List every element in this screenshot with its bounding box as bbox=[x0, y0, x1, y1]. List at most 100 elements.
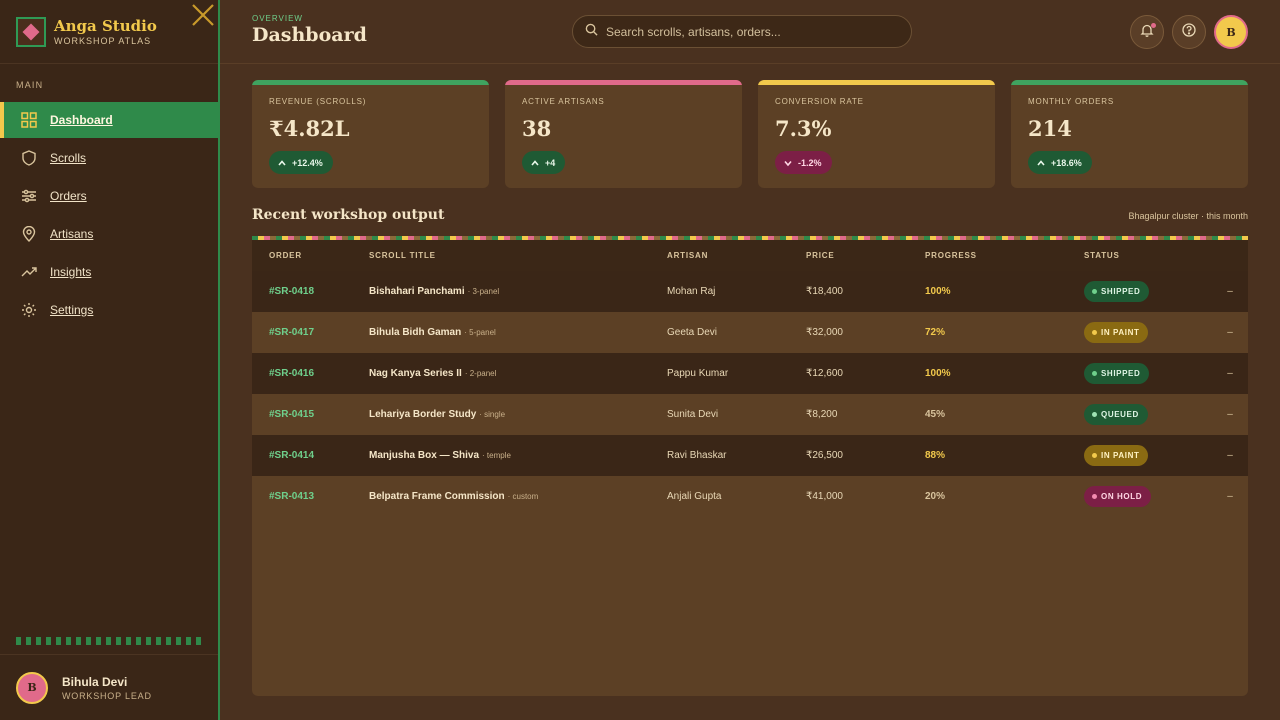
trending-up-icon bbox=[20, 263, 38, 281]
sidebar-item-artisans[interactable]: Artisans bbox=[0, 216, 218, 252]
order-id[interactable]: #SR-0414 bbox=[252, 450, 369, 461]
brand-name: Anga Studio bbox=[54, 16, 157, 35]
price: ₹41,000 bbox=[806, 491, 843, 502]
avatar: B bbox=[16, 671, 48, 704]
column-header[interactable]: ARTISAN bbox=[667, 251, 806, 260]
order-id[interactable]: #SR-0413 bbox=[252, 491, 369, 502]
progress: 100% bbox=[925, 368, 951, 379]
table-row[interactable]: #SR-0414 Manjusha Box — Shiva · temple Ra… bbox=[252, 435, 1248, 476]
scroll-subtitle: · 3-panel bbox=[467, 287, 500, 296]
scroll-title: Manjusha Box — Shiva bbox=[369, 450, 480, 461]
nav-section-label: MAIN bbox=[16, 80, 44, 90]
table-row[interactable]: #SR-0413 Belpatra Frame Commission · cust… bbox=[252, 476, 1248, 517]
scroll-subtitle: · 5-panel bbox=[464, 328, 496, 337]
table-row[interactable]: #SR-0417 Bihula Bidh Gaman · 5-panel Geet… bbox=[252, 312, 1248, 353]
status-badge: ON HOLD bbox=[1084, 486, 1152, 507]
sidebar-item-orders[interactable]: Orders bbox=[0, 178, 218, 214]
kpi-card-orders: MONTHLY ORDERS 214 +18.6% bbox=[1011, 80, 1248, 188]
kpi-label: MONTHLY ORDERS bbox=[1028, 97, 1115, 106]
scroll-subtitle: · temple bbox=[482, 451, 511, 460]
price: ₹8,200 bbox=[806, 409, 838, 420]
row-actions-button[interactable]: – bbox=[1212, 409, 1248, 420]
kpi-delta: +18.6% bbox=[1051, 157, 1082, 168]
brand-logo bbox=[16, 16, 46, 47]
row-actions-button[interactable]: – bbox=[1212, 368, 1248, 379]
column-header[interactable]: PROGRESS bbox=[925, 251, 1084, 260]
scroll-title: Belpatra Frame Commission bbox=[369, 491, 505, 502]
help-button[interactable] bbox=[1172, 15, 1206, 49]
order-id[interactable]: #SR-0418 bbox=[252, 286, 369, 297]
help-icon bbox=[1182, 22, 1196, 42]
sidebar-item-label: Insights bbox=[50, 265, 92, 279]
sidebar: Anga Studio WORKSHOP ATLAS MAIN Dashboar… bbox=[0, 0, 220, 720]
sidebar-item-label: Orders bbox=[50, 189, 87, 203]
sidebar-item-insights[interactable]: Insights bbox=[0, 254, 218, 290]
artisan-name: Ravi Bhaskar bbox=[667, 450, 727, 461]
column-header[interactable]: ORDER bbox=[252, 251, 369, 260]
row-actions-button[interactable]: – bbox=[1212, 327, 1248, 338]
brand-subtitle: WORKSHOP ATLAS bbox=[54, 35, 152, 46]
close-icon[interactable] bbox=[190, 2, 216, 28]
scroll-title: Bishahari Panchami bbox=[369, 286, 465, 297]
artisan-name: Sunita Devi bbox=[667, 409, 719, 420]
price: ₹26,500 bbox=[806, 450, 843, 461]
row-actions-button[interactable]: – bbox=[1212, 286, 1248, 297]
kpi-delta-badge: +12.4% bbox=[269, 151, 333, 174]
progress: 20% bbox=[925, 491, 946, 502]
sidebar-item-label: Settings bbox=[50, 303, 94, 317]
progress: 45% bbox=[925, 409, 946, 420]
kpi-label: ACTIVE ARTISANS bbox=[522, 97, 605, 106]
column-header[interactable]: PRICE bbox=[806, 251, 925, 260]
column-header[interactable]: SCROLL TITLE bbox=[369, 251, 667, 260]
sidebar-item-label: Dashboard bbox=[50, 113, 113, 127]
row-actions-button[interactable]: – bbox=[1212, 491, 1248, 502]
sliders-icon bbox=[20, 187, 38, 205]
kpi-card-conversion: CONVERSION RATE 7.3% -1.2% bbox=[758, 80, 995, 188]
artisan-name: Anjali Gupta bbox=[667, 491, 722, 502]
brand: Anga Studio WORKSHOP ATLAS bbox=[0, 0, 218, 64]
sidebar-item-label: Scrolls bbox=[50, 151, 87, 165]
search-icon bbox=[585, 23, 598, 41]
kpi-delta: +12.4% bbox=[292, 157, 323, 168]
gear-icon bbox=[20, 301, 38, 319]
header-avatar[interactable]: B bbox=[1214, 15, 1248, 49]
decorative-strip bbox=[16, 637, 202, 645]
user-role: WORKSHOP LEAD bbox=[62, 690, 152, 701]
kpi-card-revenue: REVENUE (SCROLLS) ₹4.82L +12.4% bbox=[252, 80, 489, 188]
progress: 100% bbox=[925, 286, 951, 297]
scroll-subtitle: · custom bbox=[507, 492, 539, 501]
status-badge: QUEUED bbox=[1084, 404, 1148, 425]
column-header[interactable]: STATUS bbox=[1084, 251, 1212, 260]
kpi-card-artisans: ACTIVE ARTISANS 38 +4 bbox=[505, 80, 742, 188]
table-row[interactable]: #SR-0418 Bishahari Panchami · 3-panel Moh… bbox=[252, 271, 1248, 312]
kpi-value: ₹4.82L bbox=[269, 116, 350, 141]
grid-icon bbox=[20, 111, 38, 129]
chevron-up-icon bbox=[530, 158, 540, 168]
chevron-down-icon bbox=[783, 158, 793, 168]
order-id[interactable]: #SR-0417 bbox=[252, 327, 369, 338]
status-badge: SHIPPED bbox=[1084, 363, 1150, 384]
page-title: Dashboard bbox=[252, 24, 367, 46]
search-bar[interactable] bbox=[572, 15, 912, 48]
sidebar-nav: Dashboard Scrolls Orders Artisans Insigh… bbox=[0, 102, 218, 328]
kpi-label: REVENUE (SCROLLS) bbox=[269, 97, 367, 106]
search-input[interactable] bbox=[606, 24, 896, 39]
table-row[interactable]: #SR-0415 Lehariya Border Study · single S… bbox=[252, 394, 1248, 435]
kpi-delta-badge: +18.6% bbox=[1028, 151, 1092, 174]
row-actions-button[interactable]: – bbox=[1212, 450, 1248, 461]
scroll-subtitle: · single bbox=[479, 410, 506, 419]
sidebar-item-settings[interactable]: Settings bbox=[0, 292, 218, 328]
order-id[interactable]: #SR-0415 bbox=[252, 409, 369, 420]
kpi-label: CONVERSION RATE bbox=[775, 97, 864, 106]
table-row[interactable]: #SR-0416 Nag Kanya Series II · 2-panel Pa… bbox=[252, 353, 1248, 394]
chevron-up-icon bbox=[1036, 158, 1046, 168]
user-profile[interactable]: B Bihula Devi WORKSHOP LEAD bbox=[0, 654, 218, 720]
order-id[interactable]: #SR-0416 bbox=[252, 368, 369, 379]
kpi-delta-badge: +4 bbox=[522, 151, 566, 174]
sidebar-item-dashboard[interactable]: Dashboard bbox=[0, 102, 218, 138]
notifications-button[interactable] bbox=[1130, 15, 1164, 49]
kpi-value: 38 bbox=[522, 116, 552, 141]
sidebar-item-scrolls[interactable]: Scrolls bbox=[0, 140, 218, 176]
kpi-value: 7.3% bbox=[775, 116, 832, 141]
notification-dot bbox=[1151, 23, 1156, 28]
